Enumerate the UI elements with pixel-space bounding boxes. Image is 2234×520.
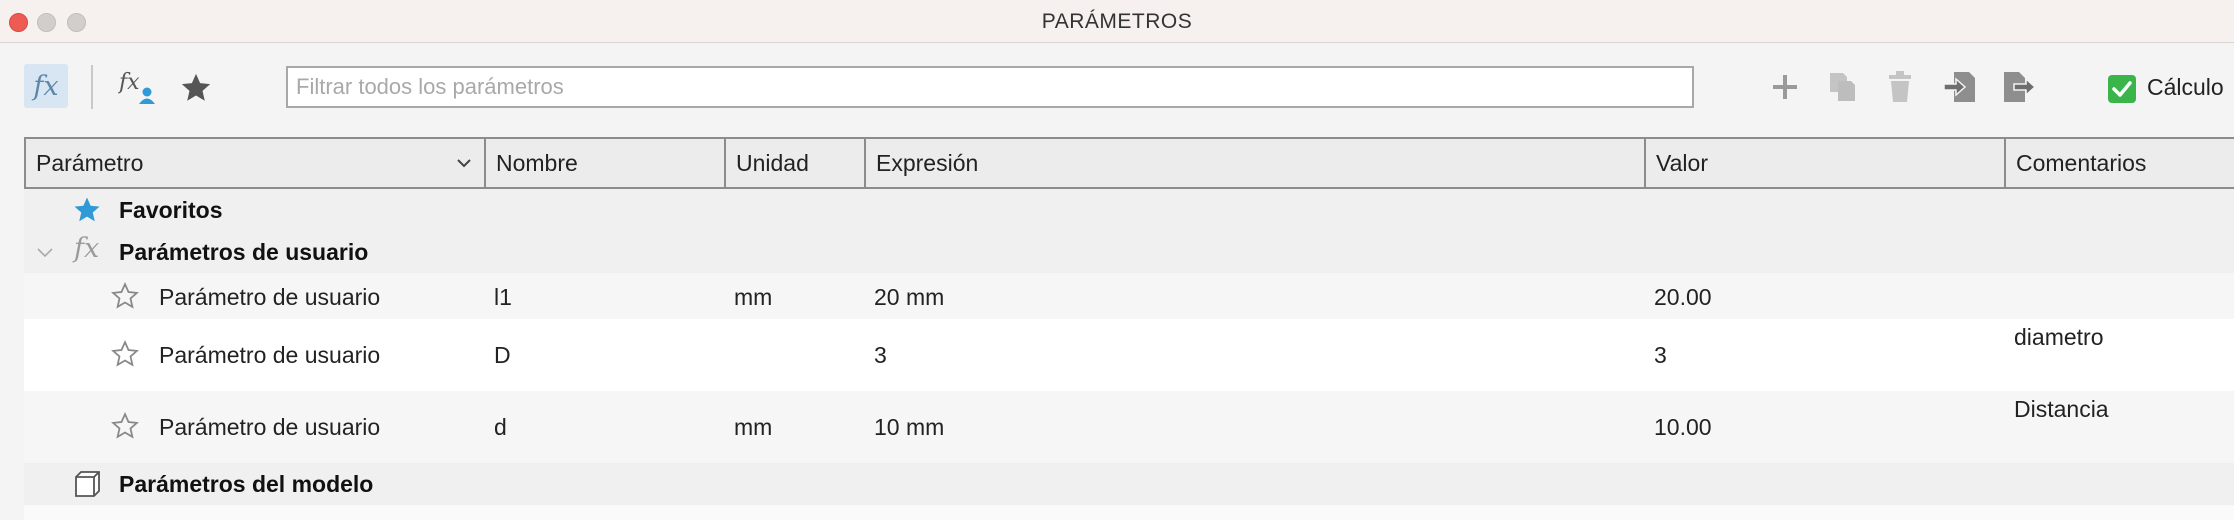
group-row-favorites[interactable]: Favoritos <box>24 189 2234 231</box>
group-row-model-parameters[interactable]: Parámetros del modelo <box>24 463 2234 505</box>
name-cell[interactable]: l1 <box>494 284 512 311</box>
window-title: PARÁMETROS <box>1041 10 1193 33</box>
expression-cell[interactable]: 20 mm <box>874 284 944 311</box>
favorite-star-icon[interactable] <box>175 67 217 109</box>
unit-cell[interactable]: mm <box>734 414 772 441</box>
copy-icon[interactable] <box>1823 67 1863 107</box>
favorite-star-outline-icon[interactable] <box>110 281 140 311</box>
value-cell: 20.00 <box>1654 284 1712 310</box>
parameter-cell: Parámetro de usuario <box>159 342 381 368</box>
favorite-star-outline-icon[interactable] <box>110 411 140 441</box>
column-header-value[interactable]: Valor <box>1644 139 2004 187</box>
title-bar: PARÁMETROS <box>0 0 2234 43</box>
table-header: Parámetro Nombre Unidad Expresión Valor … <box>24 137 2234 189</box>
fx-icon[interactable]: fx <box>24 64 68 108</box>
column-label: Unidad <box>736 150 809 176</box>
group-label: Parámetros de usuario <box>119 239 369 265</box>
expression-cell[interactable]: 3 <box>874 342 887 369</box>
toolbar: fx fx Filtrar todos los parámetros Cálcu… <box>0 43 2234 138</box>
column-label: Expresión <box>876 150 979 176</box>
toolbar-divider <box>91 65 93 109</box>
svg-text:fx: fx <box>118 70 140 95</box>
table-row[interactable]: Parámetro de usuario d mm 10 mm 10.00 Di… <box>24 391 2234 463</box>
model-box-icon <box>75 471 100 497</box>
comment-cell[interactable]: diametro <box>2014 324 2103 351</box>
export-icon[interactable] <box>1999 67 2039 107</box>
column-header-comments[interactable]: Comentarios <box>2004 139 2234 187</box>
group-row-user-parameters[interactable]: fx Parámetros de usuario <box>24 231 2234 273</box>
column-header-name[interactable]: Nombre <box>484 139 724 187</box>
column-header-parameter[interactable]: Parámetro <box>24 139 484 187</box>
favorite-star-outline-icon[interactable] <box>110 339 140 369</box>
column-header-unit[interactable]: Unidad <box>724 139 864 187</box>
delete-icon[interactable] <box>1880 67 1920 107</box>
chevron-down-icon[interactable] <box>456 156 472 170</box>
parameters-table: Parámetro Nombre Unidad Expresión Valor … <box>24 137 2234 520</box>
table-row[interactable]: Parámetro de usuario D 3 3 diametro <box>24 319 2234 391</box>
group-label: Parámetros del modelo <box>119 471 374 497</box>
expression-cell[interactable]: 10 mm <box>874 414 944 441</box>
favorite-star-icon <box>74 197 100 222</box>
name-cell[interactable]: d <box>494 414 507 441</box>
fx-user-icon[interactable]: fx <box>118 67 158 107</box>
column-label: Valor <box>1656 150 1708 176</box>
fx-icon: fx <box>74 233 100 264</box>
value-cell: 3 <box>1654 342 1667 368</box>
calculation-label: Cálculo <box>2147 74 2224 100</box>
column-label: Parámetro <box>36 150 144 176</box>
filter-input[interactable] <box>286 66 1694 108</box>
parameter-cell: Parámetro de usuario <box>159 284 381 310</box>
unit-cell[interactable]: mm <box>734 284 772 311</box>
value-cell: 10.00 <box>1654 414 1712 440</box>
group-label: Favoritos <box>119 197 223 223</box>
table-row[interactable]: Parámetro de usuario l1 mm 20 mm 20.00 <box>24 273 2234 319</box>
column-header-expression[interactable]: Expresión <box>864 139 1644 187</box>
add-icon[interactable] <box>1765 67 1805 107</box>
column-label: Comentarios <box>2016 150 2147 176</box>
comment-cell[interactable]: Distancia <box>2014 396 2109 423</box>
calculation-checkbox[interactable] <box>2108 75 2136 103</box>
chevron-down-icon[interactable] <box>36 246 54 260</box>
import-icon[interactable] <box>1940 67 1980 107</box>
name-cell[interactable]: D <box>494 342 511 369</box>
column-label: Nombre <box>496 150 578 176</box>
parameter-cell: Parámetro de usuario <box>159 414 381 440</box>
